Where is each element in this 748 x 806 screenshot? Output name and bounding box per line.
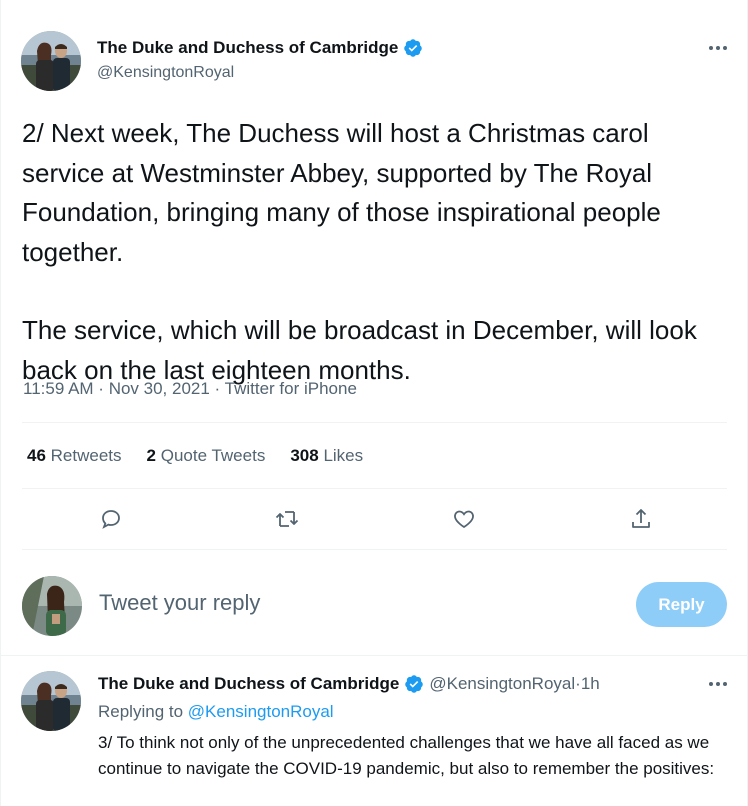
divider bbox=[22, 488, 727, 489]
reply-age[interactable]: 1h bbox=[581, 674, 600, 694]
tweet-thread-view: The Duke and Duchess of Cambridge @Kensi… bbox=[0, 0, 748, 806]
retweet-icon[interactable] bbox=[273, 505, 301, 533]
author-avatar[interactable] bbox=[21, 31, 81, 91]
reply-author-name[interactable]: The Duke and Duchess of Cambridge bbox=[98, 674, 399, 694]
replying-to: Replying to @KensingtonRoyal bbox=[98, 702, 334, 721]
quote-tweets-stat[interactable]: 2 Quote Tweets bbox=[147, 446, 266, 466]
divider bbox=[0, 655, 748, 656]
tweet-metadata: 11:59 AM · Nov 30, 2021 · Twitter for iP… bbox=[23, 379, 357, 398]
current-user-avatar[interactable] bbox=[22, 576, 82, 636]
divider bbox=[22, 549, 727, 550]
reply-author-handle[interactable]: @KensingtonRoyal bbox=[429, 674, 575, 694]
tweet-paragraph: 2/ Next week, The Duchess will host a Ch… bbox=[22, 118, 661, 267]
author-name-row[interactable]: The Duke and Duchess of Cambridge bbox=[97, 38, 423, 58]
left-border bbox=[0, 0, 1, 806]
reply-input[interactable] bbox=[99, 590, 599, 616]
verified-badge-icon bbox=[403, 38, 423, 58]
like-icon[interactable] bbox=[450, 505, 478, 533]
tweet-time[interactable]: 11:59 AM bbox=[23, 379, 94, 398]
divider bbox=[22, 422, 727, 423]
author-name[interactable]: The Duke and Duchess of Cambridge bbox=[97, 38, 398, 58]
reply-author-avatar[interactable] bbox=[21, 671, 81, 731]
reply-author-row: The Duke and Duchess of Cambridge @Kensi… bbox=[98, 674, 600, 694]
action-bar bbox=[0, 505, 748, 535]
reply-icon[interactable] bbox=[97, 505, 125, 533]
likes-stat[interactable]: 308 Likes bbox=[290, 446, 363, 466]
replying-to-link[interactable]: @KensingtonRoyal bbox=[188, 702, 334, 721]
reply-more-options-icon[interactable] bbox=[706, 674, 730, 694]
retweets-stat[interactable]: 46 Retweets bbox=[27, 446, 122, 466]
engagement-stats: 46 Retweets 2 Quote Tweets 308 Likes bbox=[27, 446, 388, 466]
more-options-icon[interactable] bbox=[706, 38, 730, 58]
author-handle[interactable]: @KensingtonRoyal bbox=[97, 64, 234, 82]
share-icon[interactable] bbox=[627, 505, 655, 533]
tweet-date[interactable]: Nov 30, 2021 bbox=[109, 379, 210, 398]
tweet-text: 2/ Next week, The Duchess will host a Ch… bbox=[22, 114, 728, 390]
verified-badge-icon bbox=[404, 674, 424, 694]
reply-tweet-text: 3/ To think not only of the unprecedente… bbox=[98, 733, 715, 778]
reply-button[interactable]: Reply bbox=[636, 582, 727, 627]
tweet-source[interactable]: Twitter for iPhone bbox=[225, 379, 357, 398]
